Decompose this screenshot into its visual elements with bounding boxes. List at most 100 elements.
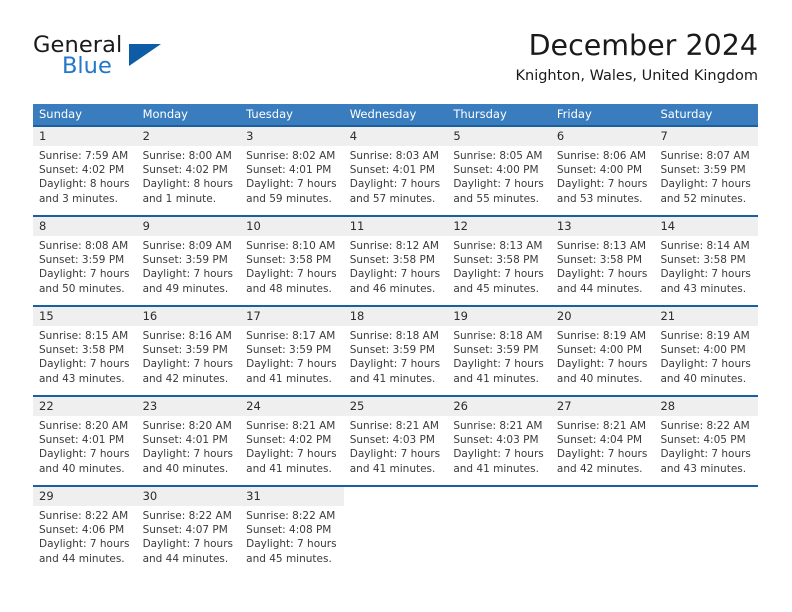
day-detail-line: Daylight: 7 hours xyxy=(660,448,751,461)
day-detail-line: and 44 minutes. xyxy=(556,282,643,295)
brand-logo[interactable]: General Blue xyxy=(33,32,233,88)
day-detail-line: and 53 minutes. xyxy=(556,192,643,205)
day-detail-line: Daylight: 7 hours xyxy=(453,268,544,281)
day-detail-4: Sunrise: 8:03 AM Sunset: 4:01 PM Daylight:… xyxy=(344,146,448,215)
day-detail-14: Sunrise: 8:14 AM Sunset: 3:58 PM Daylight:… xyxy=(654,236,758,305)
day-detail-line: and 44 minutes. xyxy=(39,552,125,565)
day-detail-line: Sunrise: 8:15 AM xyxy=(39,330,129,342)
day-detail-line: and 41 minutes. xyxy=(349,372,436,385)
day-detail-line: Sunset: 3:58 PM xyxy=(246,254,332,267)
day-number-16[interactable]: 16 xyxy=(137,307,241,326)
day-number-3[interactable]: 3 xyxy=(240,127,344,146)
day-detail-line: Sunset: 4:01 PM xyxy=(39,434,125,447)
day-detail-line: and 42 minutes. xyxy=(556,462,643,475)
day-detail-line: Sunrise: 8:21 AM xyxy=(453,420,543,432)
day-detail-line: Sunrise: 8:07 AM xyxy=(660,150,750,162)
day-detail-line: Sunset: 3:58 PM xyxy=(39,344,125,357)
day-detail-line: Daylight: 7 hours xyxy=(660,268,751,281)
day-of-week-header-sunday: Sunday xyxy=(39,107,83,121)
day-number-12[interactable]: 12 xyxy=(447,217,551,236)
day-detail-line: Daylight: 7 hours xyxy=(556,178,648,191)
day-number-2[interactable]: 2 xyxy=(137,127,241,146)
day-detail-line: Sunrise: 8:22 AM xyxy=(660,420,750,432)
day-detail-line: Daylight: 7 hours xyxy=(349,358,441,371)
day-detail-9: Sunrise: 8:09 AM Sunset: 3:59 PM Daylight:… xyxy=(137,236,241,305)
day-number-28[interactable]: 28 xyxy=(654,397,758,416)
day-number-30[interactable]: 30 xyxy=(137,487,241,506)
day-number-9[interactable]: 9 xyxy=(137,217,241,236)
day-detail-line: and 43 minutes. xyxy=(660,462,747,475)
day-detail-10: Sunrise: 8:10 AM Sunset: 3:58 PM Daylight:… xyxy=(240,236,344,305)
day-number-row: 15 16 17 18 19 20 21 xyxy=(33,307,758,326)
day-detail-empty xyxy=(447,506,551,575)
day-detail-line: Sunrise: 8:18 AM xyxy=(349,330,439,342)
day-number-23[interactable]: 23 xyxy=(137,397,241,416)
brand-word-blue: Blue xyxy=(62,53,112,79)
day-number-11[interactable]: 11 xyxy=(344,217,448,236)
day-detail-30: Sunrise: 8:22 AM Sunset: 4:07 PM Daylight:… xyxy=(137,506,241,575)
day-number-row: 8 9 10 11 12 13 14 xyxy=(33,217,758,236)
day-number-31[interactable]: 31 xyxy=(240,487,344,506)
day-detail-28: Sunrise: 8:22 AM Sunset: 4:05 PM Daylight:… xyxy=(654,416,758,485)
day-number-6[interactable]: 6 xyxy=(551,127,655,146)
day-number-4[interactable]: 4 xyxy=(344,127,448,146)
day-detail-23: Sunrise: 8:20 AM Sunset: 4:01 PM Daylight:… xyxy=(137,416,241,485)
day-detail-line: and 41 minutes. xyxy=(453,372,539,385)
day-number-25[interactable]: 25 xyxy=(344,397,448,416)
day-number-27[interactable]: 27 xyxy=(551,397,655,416)
day-detail-22: Sunrise: 8:20 AM Sunset: 4:01 PM Daylight:… xyxy=(33,416,137,485)
day-detail-line: Sunset: 3:59 PM xyxy=(349,344,435,357)
day-detail-line: Sunrise: 8:08 AM xyxy=(39,240,129,252)
day-number-5[interactable]: 5 xyxy=(447,127,551,146)
day-detail-row: Sunrise: 8:08 AM Sunset: 3:59 PM Daylight:… xyxy=(33,236,758,305)
day-detail-row: Sunrise: 7:59 AM Sunset: 4:02 PM Daylight:… xyxy=(33,146,758,215)
day-detail-line: Daylight: 7 hours xyxy=(246,448,337,461)
day-number-1[interactable]: 1 xyxy=(33,127,137,146)
day-number-24[interactable]: 24 xyxy=(240,397,344,416)
day-detail-8: Sunrise: 8:08 AM Sunset: 3:59 PM Daylight:… xyxy=(33,236,137,305)
day-detail-line: Sunset: 4:00 PM xyxy=(453,164,539,177)
day-detail-line: Sunset: 3:58 PM xyxy=(453,254,539,267)
day-detail-line: Sunset: 3:59 PM xyxy=(142,254,228,267)
day-detail-line: Sunset: 4:00 PM xyxy=(556,164,643,177)
day-detail-line: and 46 minutes. xyxy=(349,282,436,295)
day-number-7[interactable]: 7 xyxy=(654,127,758,146)
day-detail-25: Sunrise: 8:21 AM Sunset: 4:03 PM Daylight:… xyxy=(344,416,448,485)
day-detail-line: Daylight: 7 hours xyxy=(660,178,751,191)
day-detail-17: Sunrise: 8:17 AM Sunset: 3:59 PM Daylight:… xyxy=(240,326,344,395)
day-detail-31: Sunrise: 8:22 AM Sunset: 4:08 PM Daylight:… xyxy=(240,506,344,575)
day-number-18[interactable]: 18 xyxy=(344,307,448,326)
day-detail-line: and 41 minutes. xyxy=(453,462,539,475)
day-number-row: 1234567 xyxy=(33,127,758,146)
day-detail-line: Sunrise: 8:10 AM xyxy=(246,240,336,252)
day-detail-empty xyxy=(344,506,448,575)
day-number-26[interactable]: 26 xyxy=(447,397,551,416)
day-number-15[interactable]: 15 xyxy=(33,307,137,326)
day-number-20[interactable]: 20 xyxy=(551,307,655,326)
day-detail-line: Sunrise: 8:02 AM xyxy=(246,150,336,162)
day-detail-line: Sunset: 3:59 PM xyxy=(660,164,746,177)
day-number-8[interactable]: 8 xyxy=(33,217,137,236)
day-number-14[interactable]: 14 xyxy=(654,217,758,236)
day-detail-line: Sunset: 4:01 PM xyxy=(246,164,332,177)
day-detail-26: Sunrise: 8:21 AM Sunset: 4:03 PM Daylight:… xyxy=(447,416,551,485)
day-detail-line: Sunset: 4:07 PM xyxy=(142,524,228,537)
day-detail-line: and 50 minutes. xyxy=(39,282,125,295)
day-detail-line: Daylight: 8 hours xyxy=(142,178,233,191)
day-number-21[interactable]: 21 xyxy=(654,307,758,326)
day-detail-15: Sunrise: 8:15 AM Sunset: 3:58 PM Daylight:… xyxy=(33,326,137,395)
day-of-week-header-row: Sunday Monday Tuesday Wednesday Thursday Frid… xyxy=(33,104,758,125)
day-of-week-header-thursday: Thursday xyxy=(453,107,507,121)
day-number-17[interactable]: 17 xyxy=(240,307,344,326)
day-number-29[interactable]: 29 xyxy=(33,487,137,506)
day-detail-line: Daylight: 7 hours xyxy=(39,268,130,281)
title-block: December 2024 Knighton, Wales, United Ki… xyxy=(516,28,759,86)
day-number-19[interactable]: 19 xyxy=(447,307,551,326)
day-number-22[interactable]: 22 xyxy=(33,397,137,416)
day-detail-line: and 40 minutes. xyxy=(39,462,125,475)
day-detail-line: Daylight: 7 hours xyxy=(660,358,751,371)
day-number-13[interactable]: 13 xyxy=(551,217,655,236)
day-detail-line: Sunset: 4:06 PM xyxy=(39,524,125,537)
day-number-10[interactable]: 10 xyxy=(240,217,344,236)
day-detail-line: Sunset: 3:59 PM xyxy=(142,344,228,357)
